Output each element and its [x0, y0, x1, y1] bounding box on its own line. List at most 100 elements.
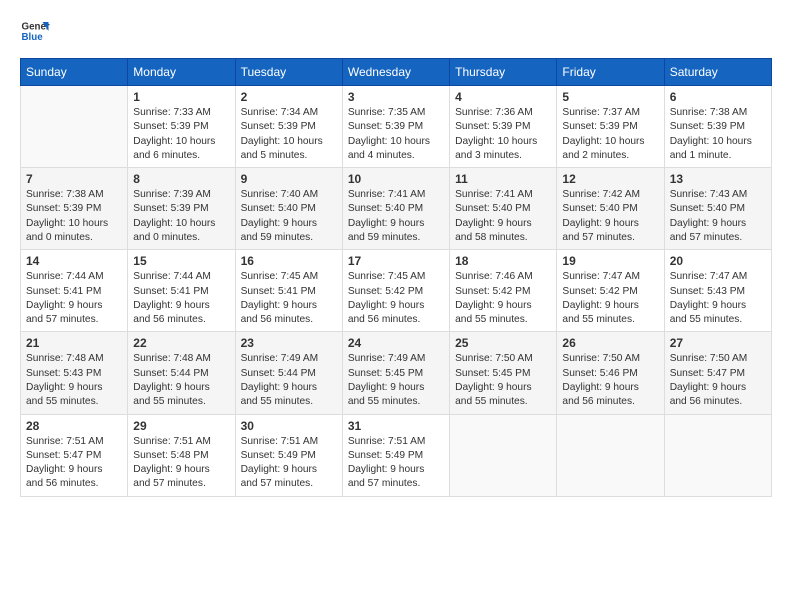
- calendar-cell: 4 Sunrise: 7:36 AM Sunset: 5:39 PM Daylig…: [450, 86, 557, 168]
- header-wednesday: Wednesday: [342, 59, 449, 86]
- day-number: 3: [348, 90, 444, 104]
- calendar-cell: 28 Sunrise: 7:51 AM Sunset: 5:47 PM Dayli…: [21, 414, 128, 496]
- day-info: Sunrise: 7:36 AM Sunset: 5:39 PM Dayligh…: [455, 106, 551, 163]
- day-info: Sunrise: 7:39 AM Sunset: 5:39 PM Dayligh…: [133, 188, 229, 245]
- day-info: Sunrise: 7:44 AM Sunset: 5:41 PM Dayligh…: [26, 270, 122, 327]
- day-info: Sunrise: 7:34 AM Sunset: 5:39 PM Dayligh…: [241, 106, 337, 163]
- header-saturday: Saturday: [664, 59, 771, 86]
- calendar-cell: [450, 414, 557, 496]
- day-number: 21: [26, 336, 122, 350]
- day-info: Sunrise: 7:41 AM Sunset: 5:40 PM Dayligh…: [348, 188, 444, 245]
- calendar-cell: 20 Sunrise: 7:47 AM Sunset: 5:43 PM Dayli…: [664, 250, 771, 332]
- calendar-cell: 13 Sunrise: 7:43 AM Sunset: 5:40 PM Dayli…: [664, 168, 771, 250]
- calendar-cell: 8 Sunrise: 7:39 AM Sunset: 5:39 PM Daylig…: [128, 168, 235, 250]
- day-info: Sunrise: 7:35 AM Sunset: 5:39 PM Dayligh…: [348, 106, 444, 163]
- week-row-0: 1 Sunrise: 7:33 AM Sunset: 5:39 PM Daylig…: [21, 86, 772, 168]
- day-number: 1: [133, 90, 229, 104]
- calendar-cell: [557, 414, 664, 496]
- calendar-cell: 10 Sunrise: 7:41 AM Sunset: 5:40 PM Dayli…: [342, 168, 449, 250]
- calendar-cell: 30Sunrise: 7:51 AM Sunset: 5:49 PM Dayli…: [235, 414, 342, 496]
- calendar-page: General Blue SundayMondayTuesdayWednesda…: [0, 0, 792, 612]
- day-info: Sunrise: 7:51 AM Sunset: 5:47 PM Dayligh…: [26, 435, 122, 492]
- day-number: 12: [562, 172, 658, 186]
- day-info: Sunrise: 7:51 AM Sunset: 5:49 PM Dayligh…: [241, 435, 337, 492]
- header-thursday: Thursday: [450, 59, 557, 86]
- day-number: 6: [670, 90, 766, 104]
- day-info: Sunrise: 7:41 AM Sunset: 5:40 PM Dayligh…: [455, 188, 551, 245]
- day-number: 31: [348, 419, 444, 433]
- day-info: Sunrise: 7:46 AM Sunset: 5:42 PM Dayligh…: [455, 270, 551, 327]
- day-info: Sunrise: 7:49 AM Sunset: 5:44 PM Dayligh…: [241, 352, 337, 409]
- day-number: 22: [133, 336, 229, 350]
- week-row-2: 14Sunrise: 7:44 AM Sunset: 5:41 PM Dayli…: [21, 250, 772, 332]
- day-number: 9: [241, 172, 337, 186]
- calendar-cell: [664, 414, 771, 496]
- calendar-cell: 5Sunrise: 7:37 AM Sunset: 5:39 PM Daylig…: [557, 86, 664, 168]
- day-info: Sunrise: 7:33 AM Sunset: 5:39 PM Dayligh…: [133, 106, 229, 163]
- day-info: Sunrise: 7:51 AM Sunset: 5:48 PM Dayligh…: [133, 435, 229, 492]
- day-number: 18: [455, 254, 551, 268]
- day-number: 29: [133, 419, 229, 433]
- day-number: 10: [348, 172, 444, 186]
- calendar-cell: 16 Sunrise: 7:45 AM Sunset: 5:41 PM Dayli…: [235, 250, 342, 332]
- day-info: Sunrise: 7:43 AM Sunset: 5:40 PM Dayligh…: [670, 188, 766, 245]
- logo: General Blue: [20, 16, 50, 46]
- day-info: Sunrise: 7:48 AM Sunset: 5:44 PM Dayligh…: [133, 352, 229, 409]
- day-number: 16: [241, 254, 337, 268]
- header-monday: Monday: [128, 59, 235, 86]
- day-number: 20: [670, 254, 766, 268]
- calendar-cell: 14Sunrise: 7:44 AM Sunset: 5:41 PM Dayli…: [21, 250, 128, 332]
- calendar-cell: 19 Sunrise: 7:47 AM Sunset: 5:42 PM Dayli…: [557, 250, 664, 332]
- day-number: 4: [455, 90, 551, 104]
- header-sunday: Sunday: [21, 59, 128, 86]
- day-info: Sunrise: 7:38 AM Sunset: 5:39 PM Dayligh…: [670, 106, 766, 163]
- day-info: Sunrise: 7:47 AM Sunset: 5:43 PM Dayligh…: [670, 270, 766, 327]
- day-number: 27: [670, 336, 766, 350]
- calendar-cell: 22 Sunrise: 7:48 AM Sunset: 5:44 PM Dayli…: [128, 332, 235, 414]
- day-info: Sunrise: 7:40 AM Sunset: 5:40 PM Dayligh…: [241, 188, 337, 245]
- week-row-3: 21 Sunrise: 7:48 AM Sunset: 5:43 PM Dayli…: [21, 332, 772, 414]
- day-info: Sunrise: 7:50 AM Sunset: 5:46 PM Dayligh…: [562, 352, 658, 409]
- day-number: 24: [348, 336, 444, 350]
- day-info: Sunrise: 7:47 AM Sunset: 5:42 PM Dayligh…: [562, 270, 658, 327]
- day-number: 25: [455, 336, 551, 350]
- day-number: 15: [133, 254, 229, 268]
- calendar-cell: 31 Sunrise: 7:51 AM Sunset: 5:49 PM Dayli…: [342, 414, 449, 496]
- day-number: 28: [26, 419, 122, 433]
- header: General Blue: [20, 16, 772, 46]
- calendar-cell: 15 Sunrise: 7:44 AM Sunset: 5:41 PM Dayli…: [128, 250, 235, 332]
- calendar-cell: 9 Sunrise: 7:40 AM Sunset: 5:40 PM Daylig…: [235, 168, 342, 250]
- calendar-cell: 2Sunrise: 7:34 AM Sunset: 5:39 PM Daylig…: [235, 86, 342, 168]
- day-number: 17: [348, 254, 444, 268]
- day-number: 19: [562, 254, 658, 268]
- calendar-cell: 23 Sunrise: 7:49 AM Sunset: 5:44 PM Dayli…: [235, 332, 342, 414]
- day-number: 7: [26, 172, 122, 186]
- header-row: SundayMondayTuesdayWednesdayThursdayFrid…: [21, 59, 772, 86]
- day-info: Sunrise: 7:44 AM Sunset: 5:41 PM Dayligh…: [133, 270, 229, 327]
- calendar-cell: 29 Sunrise: 7:51 AM Sunset: 5:48 PM Dayli…: [128, 414, 235, 496]
- day-info: Sunrise: 7:42 AM Sunset: 5:40 PM Dayligh…: [562, 188, 658, 245]
- header-friday: Friday: [557, 59, 664, 86]
- day-info: Sunrise: 7:50 AM Sunset: 5:45 PM Dayligh…: [455, 352, 551, 409]
- day-number: 11: [455, 172, 551, 186]
- calendar-cell: [21, 86, 128, 168]
- day-number: 26: [562, 336, 658, 350]
- day-number: 23: [241, 336, 337, 350]
- calendar-cell: 18 Sunrise: 7:46 AM Sunset: 5:42 PM Dayli…: [450, 250, 557, 332]
- day-number: 5: [562, 90, 658, 104]
- calendar-cell: 17Sunrise: 7:45 AM Sunset: 5:42 PM Dayli…: [342, 250, 449, 332]
- calendar-cell: 27Sunrise: 7:50 AM Sunset: 5:47 PM Dayli…: [664, 332, 771, 414]
- day-number: 8: [133, 172, 229, 186]
- week-row-1: 7Sunrise: 7:38 AM Sunset: 5:39 PM Daylig…: [21, 168, 772, 250]
- day-info: Sunrise: 7:51 AM Sunset: 5:49 PM Dayligh…: [348, 435, 444, 492]
- logo-icon: General Blue: [20, 16, 50, 46]
- day-info: Sunrise: 7:45 AM Sunset: 5:41 PM Dayligh…: [241, 270, 337, 327]
- day-info: Sunrise: 7:48 AM Sunset: 5:43 PM Dayligh…: [26, 352, 122, 409]
- calendar-table: SundayMondayTuesdayWednesdayThursdayFrid…: [20, 58, 772, 497]
- calendar-cell: 3 Sunrise: 7:35 AM Sunset: 5:39 PM Daylig…: [342, 86, 449, 168]
- calendar-cell: 11 Sunrise: 7:41 AM Sunset: 5:40 PM Dayli…: [450, 168, 557, 250]
- calendar-cell: 1 Sunrise: 7:33 AM Sunset: 5:39 PM Daylig…: [128, 86, 235, 168]
- day-number: 13: [670, 172, 766, 186]
- calendar-cell: 6 Sunrise: 7:38 AM Sunset: 5:39 PM Daylig…: [664, 86, 771, 168]
- calendar-cell: 25 Sunrise: 7:50 AM Sunset: 5:45 PM Dayli…: [450, 332, 557, 414]
